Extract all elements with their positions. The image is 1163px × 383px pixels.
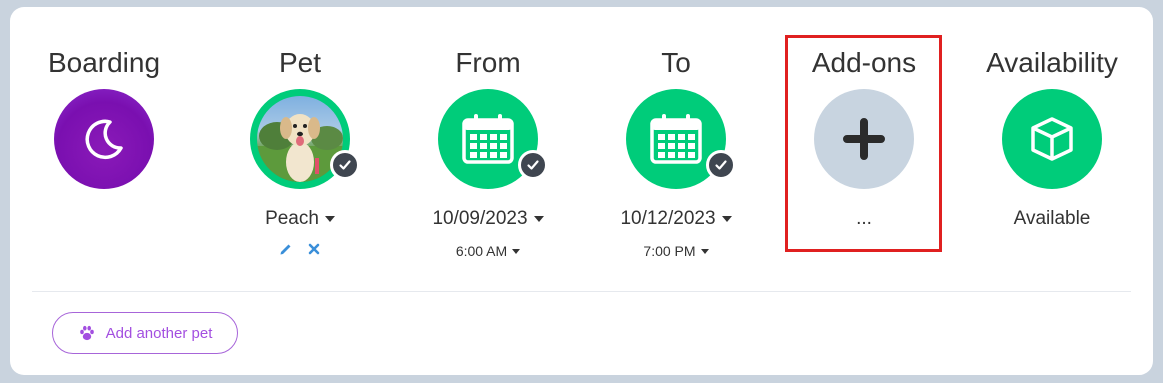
check-icon bbox=[330, 150, 360, 180]
booking-card: Boarding Pet Peach From 10/09/2023 6:00 … bbox=[10, 7, 1153, 375]
caret-down-icon bbox=[324, 216, 335, 222]
pet-actions bbox=[206, 242, 394, 256]
boarding-button[interactable] bbox=[54, 89, 154, 189]
from-time-select[interactable]: 6:00 AM bbox=[394, 243, 582, 259]
step-title-availability: Availability bbox=[986, 47, 1118, 78]
from-date-select[interactable]: 10/09/2023 bbox=[394, 208, 582, 230]
to-time-select[interactable]: 7:00 PM bbox=[582, 243, 770, 259]
caret-down-icon bbox=[533, 216, 544, 222]
calendar-icon bbox=[650, 114, 702, 164]
from-date: 10/09/2023 bbox=[432, 208, 528, 229]
from-button[interactable] bbox=[438, 89, 548, 189]
check-icon bbox=[706, 150, 736, 180]
availability-button[interactable] bbox=[1002, 89, 1102, 189]
caret-down-icon bbox=[721, 216, 732, 222]
from-time: 6:00 AM bbox=[455, 243, 508, 259]
pet-name: Peach bbox=[265, 208, 319, 229]
caret-down-icon bbox=[700, 248, 709, 254]
availability-value: Available bbox=[958, 208, 1146, 230]
step-title-pet: Pet bbox=[278, 47, 322, 78]
check-icon bbox=[518, 150, 548, 180]
to-time: 7:00 PM bbox=[643, 243, 696, 259]
pet-button[interactable] bbox=[250, 89, 360, 189]
moon-icon bbox=[85, 119, 123, 160]
calendar-icon bbox=[462, 114, 514, 164]
step-title-to: To bbox=[661, 47, 691, 78]
step-title-from: From bbox=[455, 47, 521, 78]
availability-status: Available bbox=[1013, 208, 1091, 229]
to-date-select[interactable]: 10/12/2023 bbox=[582, 208, 770, 230]
add-another-pet-label: Add another pet bbox=[105, 324, 213, 342]
pencil-icon[interactable] bbox=[279, 242, 293, 256]
remove-icon[interactable] bbox=[307, 242, 321, 256]
add-another-pet-button[interactable]: Add another pet bbox=[52, 312, 238, 354]
paw-icon bbox=[79, 325, 94, 341]
pet-select[interactable]: Peach bbox=[206, 208, 394, 230]
divider bbox=[32, 291, 1131, 292]
to-button[interactable] bbox=[626, 89, 736, 189]
to-date: 10/12/2023 bbox=[620, 208, 716, 229]
cube-icon bbox=[1031, 117, 1073, 161]
caret-down-icon bbox=[512, 248, 521, 254]
addons-highlight-box bbox=[785, 35, 942, 252]
step-title-boarding: Boarding bbox=[47, 47, 161, 78]
